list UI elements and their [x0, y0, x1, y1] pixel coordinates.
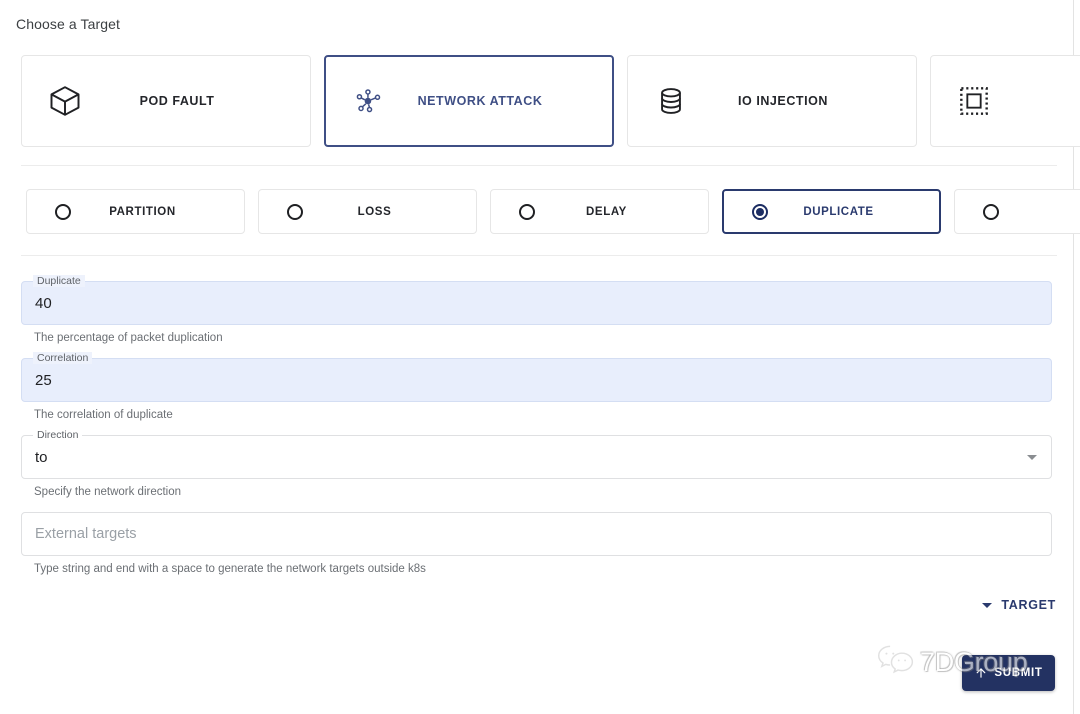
action-radio-label: DELAY [586, 205, 627, 218]
direction-value: to [35, 448, 48, 466]
field-correlation: Correlation 25 The correlation of duplic… [21, 352, 1052, 421]
duplicate-input[interactable]: Duplicate 40 [21, 275, 1052, 325]
external-targets-placeholder: External targets [35, 526, 137, 542]
action-radio-label: DUPLICATE [803, 205, 874, 218]
field-direction: Direction to Specify the network directi… [21, 429, 1052, 498]
radio-icon [955, 203, 1027, 220]
field-external-targets: External targets Type string and end wit… [21, 512, 1052, 575]
duplicate-value: 40 [35, 294, 52, 312]
database-icon [628, 84, 714, 118]
network-nodes-icon [326, 84, 412, 118]
target-card-pod-fault[interactable]: POD FAULT [21, 55, 311, 147]
action-radio-label: PARTITION [109, 205, 176, 218]
external-targets-helper-text: Type string and end with a space to gene… [34, 563, 426, 575]
action-radio-delay[interactable]: DELAY [490, 189, 709, 234]
external-targets-input[interactable]: External targets [21, 512, 1052, 556]
target-section-toggle[interactable]: TARGET [982, 598, 1056, 612]
target-card-partial-cutoff[interactable] [930, 55, 1080, 147]
correlation-input[interactable]: Correlation 25 [21, 352, 1052, 402]
correlation-label: Correlation [33, 352, 93, 364]
target-card-network-attack[interactable]: NETWORK ATTACK [324, 55, 614, 147]
action-radio-partial-cutoff[interactable] [954, 189, 1080, 234]
upload-icon [974, 666, 988, 680]
duplicate-label: Duplicate [33, 275, 85, 287]
action-radio-duplicate[interactable]: DUPLICATE [722, 189, 941, 234]
submit-button[interactable]: SUBMIT [962, 655, 1055, 691]
field-duplicate: Duplicate 40 The percentage of packet du… [21, 275, 1052, 344]
divider-below-actions [21, 255, 1057, 256]
wechat-icon [876, 643, 916, 682]
target-card-label: NETWORK ATTACK [417, 94, 543, 108]
target-card-io-injection[interactable]: IO INJECTION [627, 55, 917, 147]
duplicate-helper-text: The percentage of packet duplication [34, 332, 223, 344]
radio-icon [259, 203, 331, 220]
action-radio-label: LOSS [357, 205, 392, 218]
dashed-square-icon [931, 85, 1017, 117]
correlation-value: 25 [35, 371, 52, 389]
correlation-helper-text: The correlation of duplicate [34, 409, 173, 421]
action-radio-partition[interactable]: PARTITION [26, 189, 245, 234]
radio-icon-selected [724, 203, 796, 220]
target-toggle-label: TARGET [1001, 598, 1056, 612]
direction-helper-text: Specify the network direction [34, 486, 182, 498]
action-radio-loss[interactable]: LOSS [258, 189, 477, 234]
radio-icon [27, 203, 99, 220]
chaos-experiment-form-page: Choose a Target POD FAULT NETWORK ATTACK… [0, 0, 1080, 714]
chevron-down-icon[interactable] [1027, 455, 1037, 460]
submit-label: SUBMIT [994, 667, 1043, 679]
target-card-label: IO INJECTION [738, 94, 828, 108]
radio-icon [491, 203, 563, 220]
chevron-down-icon [982, 602, 993, 608]
target-card-row: POD FAULT NETWORK ATTACK IO INJECTION [21, 55, 1080, 147]
target-card-label: POD FAULT [139, 94, 215, 108]
direction-label: Direction [33, 429, 83, 441]
divider-below-targets [21, 165, 1057, 166]
network-action-radio-group: PARTITION LOSS DELAY DUPLICATE [26, 189, 1080, 234]
direction-select[interactable]: Direction to [21, 429, 1052, 479]
cube-icon [22, 83, 108, 119]
page-title: Choose a Target [16, 16, 120, 32]
